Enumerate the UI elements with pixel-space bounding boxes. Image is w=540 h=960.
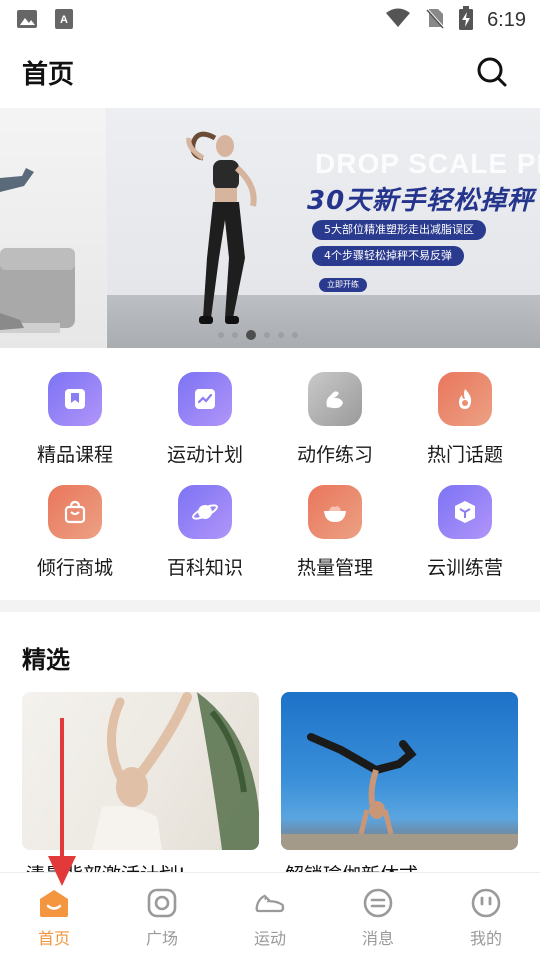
grid-item-plan[interactable]: 运动计划 [140,360,270,470]
text-icon: A [54,8,74,34]
grid-item-label: 动作练习 [296,444,373,466]
bookmark-icon [48,372,102,426]
search-icon [477,57,507,87]
grid-item-exercises[interactable]: 动作练习 [270,360,400,470]
banner-slide-active[interactable]: DROP SCALE PLAN 30天新手轻松掉秤 5大部位精准塑形走出减脂误区… [107,108,540,348]
search-button[interactable] [476,56,508,88]
carousel-dot-active[interactable] [246,330,256,340]
flame-icon [438,372,492,426]
page-title: 首页 [22,60,75,90]
card-image [281,692,518,850]
banner-subtitle-2: 4个步骤轻松掉秤不易反弹 [312,246,464,266]
grid-item-topics[interactable]: 热门话题 [400,360,530,470]
feature-grid: 精品课程 运动计划 动作练习 热门话题 倾行商城 百科知识 热量管理 云训练营 [0,360,540,590]
svg-text:A: A [60,14,68,26]
grid-item-label: 运动计划 [166,444,243,466]
bowl-icon [308,485,362,539]
square-icon [146,887,178,919]
carousel-dot[interactable] [264,332,270,338]
grid-item-encyclopedia[interactable]: 百科知识 [140,473,270,583]
nav-item-messages[interactable]: 消息 [324,873,432,960]
status-bar: A 6:19 [0,0,540,36]
shopping-bag-icon [48,485,102,539]
carousel-dot[interactable] [292,332,298,338]
carousel-dot[interactable] [278,332,284,338]
grid-item-label: 云训练营 [426,557,503,579]
battery-charging-icon [459,6,474,34]
grid-item-label: 百科知识 [166,557,243,579]
banner-slide-previous[interactable] [0,108,106,348]
featured-section-title: 精选 [22,646,70,674]
muscle-icon [308,372,362,426]
message-icon [362,887,394,919]
banner-background-text: DROP SCALE PLAN [315,148,540,179]
nav-item-profile[interactable]: 我的 [432,873,540,960]
nav-item-square[interactable]: 广场 [108,873,216,960]
annotation-arrow [48,718,76,886]
grid-item-label: 热量管理 [296,557,373,579]
nav-label: 广场 [145,929,178,948]
featured-card[interactable]: 解锁瑜伽新体式 [281,692,518,886]
banner-subtitle-1: 5大部位精准塑形走出减脂误区 [312,220,486,240]
grid-item-calories[interactable]: 热量管理 [270,473,400,583]
nav-label: 运动 [253,929,286,948]
sneaker-icon [254,887,286,919]
nav-label: 首页 [37,929,70,948]
grid-item-mall[interactable]: 倾行商城 [10,473,140,583]
banner-carousel[interactable]: DROP SCALE PLAN 30天新手轻松掉秤 5大部位精准塑形走出减脂误区… [0,108,540,348]
carousel-indicator [218,330,298,340]
grid-item-label: 热门话题 [426,444,503,466]
bottom-navigation: 首页 广场 运动 消息 我的 [0,872,540,960]
section-divider [0,600,540,612]
no-sim-icon [425,7,445,33]
image-icon [16,8,38,34]
grid-item-label: 倾行商城 [36,557,113,579]
grid-item-training-camp[interactable]: 云训练营 [400,473,530,583]
home-icon [38,887,70,919]
nav-label: 消息 [361,929,394,948]
banner-start-button[interactable]: 立即开练 [319,278,367,292]
grid-item-label: 精品课程 [36,444,113,466]
app-header: 首页 [0,36,540,108]
planet-icon [178,485,232,539]
banner-headline: 30天新手轻松掉秤 [307,186,535,216]
wifi-icon [385,7,411,33]
cube-icon [438,485,492,539]
nav-item-sport[interactable]: 运动 [216,873,324,960]
chart-icon [178,372,232,426]
profile-icon [470,887,502,919]
status-time: 6:19 [487,8,526,31]
grid-item-courses[interactable]: 精品课程 [10,360,140,470]
carousel-dot[interactable] [218,332,224,338]
nav-label: 我的 [469,929,502,948]
carousel-dot[interactable] [232,332,238,338]
